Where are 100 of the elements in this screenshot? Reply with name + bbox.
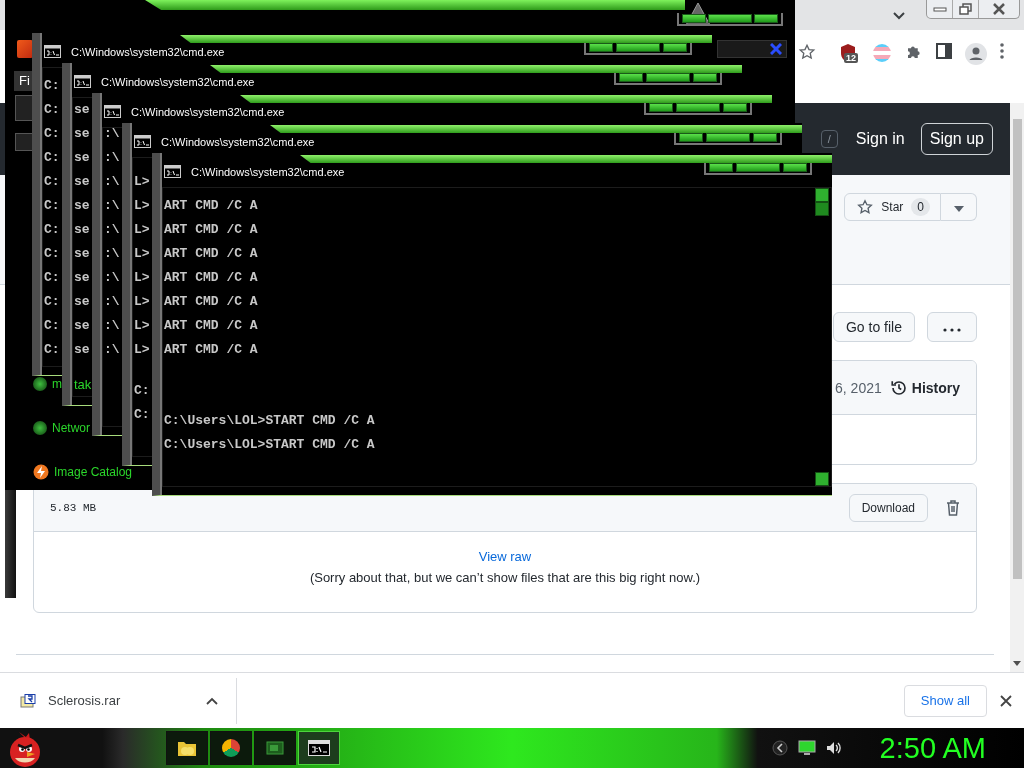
console-line: C: — [44, 125, 60, 143]
console-line: :\ — [104, 197, 120, 215]
download-file-name[interactable]: Sclerosis.rar — [48, 693, 121, 708]
scroll-up-button[interactable] — [815, 188, 829, 202]
console-line: L> — [134, 317, 150, 335]
console-line: C: — [44, 221, 60, 239]
maximize-button[interactable] — [706, 133, 750, 142]
minimize-button[interactable] — [619, 73, 643, 82]
monitor-icon[interactable] — [797, 740, 816, 756]
console-line: :\ — [104, 341, 120, 359]
close-button[interactable] — [754, 14, 778, 23]
console-line: se — [74, 293, 90, 311]
scrollbar[interactable] — [1010, 103, 1024, 672]
console-line: L> — [134, 221, 150, 239]
window-title: C:\Windows\system32\cmd.exe — [101, 75, 255, 89]
maximize-button[interactable] — [708, 14, 752, 23]
close-button[interactable] — [693, 73, 717, 82]
sidebar-item[interactable]: m — [52, 376, 62, 391]
taskbar-button[interactable] — [210, 731, 252, 765]
minimize-button[interactable] — [589, 43, 613, 52]
console-line: se — [74, 341, 90, 359]
speaker-icon[interactable] — [825, 740, 842, 756]
show-all-button[interactable]: Show all — [903, 684, 987, 717]
history-icon — [889, 378, 908, 397]
close-button[interactable] — [753, 133, 777, 142]
sign-in-link[interactable]: Sign in — [855, 130, 905, 148]
menu-icon[interactable] — [1000, 43, 1004, 59]
avatar-icon[interactable] — [965, 43, 987, 65]
scroll-down-arrow-icon[interactable] — [1013, 661, 1021, 666]
minimize-icon — [932, 5, 947, 13]
console-icon — [308, 740, 330, 756]
console-line: C: — [44, 101, 60, 119]
console-line: L> — [134, 269, 150, 287]
view-raw-link[interactable]: View raw — [478, 549, 532, 564]
console-line: L> — [134, 341, 150, 359]
console-line: C: — [44, 293, 60, 311]
chevron-down-icon[interactable] — [892, 11, 906, 21]
console-line: L> — [134, 197, 150, 215]
clock[interactable]: 2:50 AM — [879, 731, 986, 765]
console-line: :\ — [104, 221, 120, 239]
status-dot-icon — [33, 420, 47, 435]
close-button[interactable] — [663, 43, 687, 52]
console-line: :\ — [104, 245, 120, 263]
close-icon[interactable] — [1000, 694, 1012, 707]
sidebar-item[interactable]: Image Catalog — [54, 464, 133, 479]
taskbar-button[interactable] — [166, 731, 208, 765]
sidebar-item[interactable]: Networ — [52, 420, 90, 435]
ellipsis-icon — [943, 328, 961, 332]
chevron-up-icon[interactable] — [206, 696, 218, 705]
bookmark-star-icon[interactable] — [798, 43, 816, 61]
maximize-button[interactable] — [676, 103, 720, 112]
console-icon — [164, 165, 181, 178]
side-panel-icon[interactable] — [936, 43, 952, 59]
extension-badge: 12 — [844, 53, 858, 63]
search-shortcut-key[interactable]: / — [820, 130, 838, 148]
menu-tab[interactable]: Fi — [14, 71, 32, 91]
commit-date: 6, 2021 — [835, 379, 882, 396]
maximize-button[interactable] — [646, 73, 690, 82]
minimize-button[interactable] — [709, 163, 733, 172]
folder-icon — [177, 739, 197, 757]
caret-icon — [953, 205, 964, 212]
taskbar-button[interactable] — [298, 731, 340, 765]
status-dot-icon — [33, 376, 47, 391]
archive-file-icon — [20, 693, 36, 708]
console-line: se — [74, 125, 90, 143]
console-line: C: — [134, 382, 150, 400]
console-line: :\ — [104, 128, 120, 143]
console-line: ART CMD /C A — [164, 293, 258, 311]
scroll-thumb[interactable] — [815, 202, 829, 216]
go-to-file-button[interactable]: Go to file — [832, 312, 915, 342]
console-line: :\ — [104, 293, 120, 311]
trash-icon[interactable] — [946, 499, 960, 516]
close-button[interactable] — [783, 163, 807, 172]
star-dropdown-button[interactable] — [941, 193, 977, 221]
console-line: C: — [44, 245, 60, 263]
close-button[interactable] — [723, 103, 747, 112]
star-button[interactable]: Star 0 — [844, 193, 941, 221]
minimize-button[interactable] — [682, 14, 706, 23]
console-line: ART CMD /C A — [164, 221, 258, 239]
history-link[interactable]: History — [889, 378, 960, 397]
window-title: C:\Windows\system32\cmd.exe — [131, 105, 285, 119]
window-title: C:\Windows\system32\cmd.exe — [161, 135, 315, 149]
download-button[interactable]: Download — [848, 493, 928, 522]
console-line: C: — [44, 77, 60, 95]
sign-up-button[interactable]: Sign up — [920, 123, 993, 155]
console-line: se — [74, 269, 90, 287]
minimize-button[interactable] — [649, 103, 673, 112]
console-line: :\ — [104, 173, 120, 191]
minimize-button[interactable] — [679, 133, 703, 142]
scroll-down-button[interactable] — [815, 472, 829, 486]
close-icon — [992, 3, 1006, 15]
browser-icon — [222, 739, 240, 757]
maximize-button[interactable] — [616, 43, 660, 52]
console-line: L> — [134, 245, 150, 263]
console-line: C: — [44, 269, 60, 287]
console-line: se — [74, 149, 90, 167]
console-icon — [44, 45, 61, 58]
console-icon — [74, 75, 91, 88]
console-line: C: — [44, 197, 60, 215]
maximize-button[interactable] — [736, 163, 780, 172]
